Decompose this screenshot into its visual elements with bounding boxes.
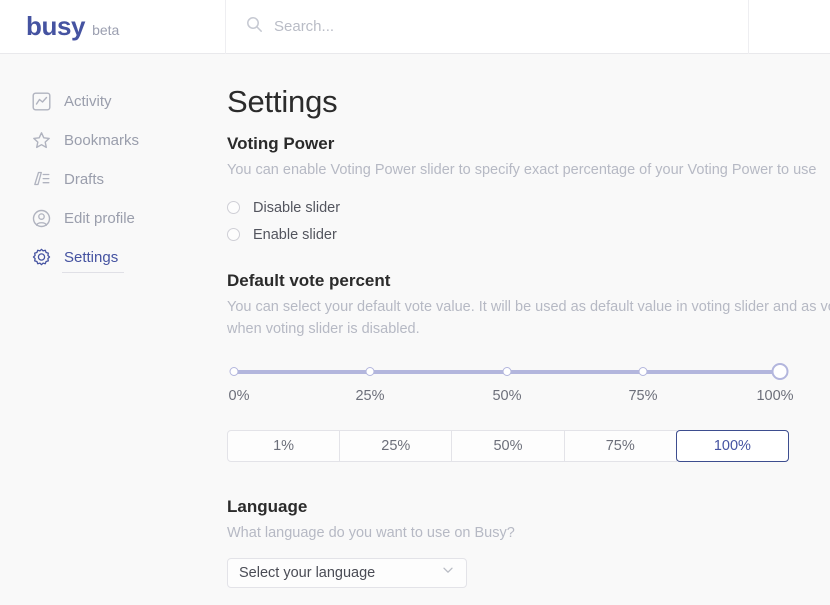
sidebar: Activity Bookmarks Drafts Edit profile S…: [0, 54, 225, 605]
radio-label: Enable slider: [253, 226, 337, 243]
percent-button-group: 1% 25% 50% 75% 100%: [227, 430, 790, 463]
slider-tick-75[interactable]: [638, 367, 648, 377]
sidebar-item-label: Settings: [64, 249, 119, 266]
slider-tick-25[interactable]: [365, 367, 375, 377]
percent-button-1[interactable]: 1%: [227, 430, 341, 463]
default-vote-percent-title: Default vote percent: [227, 271, 391, 291]
radio-disable-slider[interactable]: Disable slider: [227, 194, 830, 221]
sidebar-item-label: Bookmarks: [64, 132, 140, 149]
logo-beta-tag: beta: [92, 22, 120, 38]
radio-label: Disable slider: [253, 199, 341, 216]
radio-icon[interactable]: [227, 228, 240, 242]
sidebar-item-edit-profile[interactable]: Edit profile: [0, 199, 225, 238]
language-title: Language: [227, 497, 308, 517]
settings-content: Settings Voting Power You can enable Vot…: [225, 54, 830, 605]
slider-label: 100%: [756, 388, 794, 405]
sidebar-item-label: Edit profile: [64, 210, 135, 227]
sidebar-item-drafts[interactable]: Drafts: [0, 160, 225, 199]
vote-percent-slider[interactable]: [227, 363, 789, 381]
slider-handle[interactable]: [771, 363, 789, 381]
sidebar-item-label: Drafts: [64, 171, 105, 188]
percent-button-100[interactable]: 100%: [675, 430, 790, 463]
radio-icon[interactable]: [227, 201, 240, 215]
activity-chart-icon: [32, 92, 51, 111]
logo-text: busy: [26, 11, 86, 41]
pencil-list-icon: [32, 170, 51, 189]
sidebar-item-activity[interactable]: Activity: [0, 82, 225, 121]
percent-button-50[interactable]: 50%: [451, 430, 565, 463]
voting-power-description: You can enable Voting Power slider to sp…: [227, 162, 817, 178]
page-title: Settings: [227, 84, 338, 119]
language-select[interactable]: Select your language: [227, 557, 467, 588]
sidebar-item-label: Activity: [64, 93, 112, 110]
header-right-slot: [748, 0, 830, 54]
sidebar-item-bookmarks[interactable]: Bookmarks: [0, 121, 225, 160]
slider-label: 50%: [492, 388, 522, 405]
search-icon: [246, 16, 263, 38]
percent-button-75[interactable]: 75%: [563, 430, 677, 463]
slider-label: 25%: [355, 388, 385, 405]
language-description: What language do you want to use on Busy…: [227, 525, 515, 542]
percent-button-25[interactable]: 25%: [339, 430, 453, 463]
search-bar[interactable]: Search...: [225, 0, 748, 54]
language-select-value: Select your language: [239, 564, 376, 581]
language-section: Language What language do you want to us…: [227, 497, 830, 588]
default-vote-percent-section: Default vote percent You can select your…: [227, 271, 830, 463]
slider-tick-50[interactable]: [502, 367, 512, 377]
gear-icon: [32, 248, 51, 267]
default-vote-percent-description: You can select your default vote value. …: [227, 299, 830, 337]
radio-enable-slider[interactable]: Enable slider: [227, 221, 830, 248]
star-icon: [32, 131, 51, 150]
voting-power-radio-group: Disable slider Enable slider: [227, 194, 830, 248]
app-header: busy beta Search...: [0, 0, 830, 54]
chevron-down-icon: [441, 563, 455, 582]
voting-power-section: Voting Power You can enable Voting Power…: [227, 134, 830, 248]
voting-power-title: Voting Power: [227, 134, 335, 153]
slider-tick-0[interactable]: [229, 367, 239, 377]
user-circle-icon: [32, 209, 51, 228]
logo[interactable]: busy beta: [0, 11, 225, 42]
slider-label: 75%: [628, 388, 658, 405]
search-input[interactable]: Search...: [274, 18, 334, 35]
sidebar-item-settings[interactable]: Settings: [0, 238, 225, 277]
slider-label: 0%: [228, 388, 250, 405]
slider-tick-labels: 0% 25% 50% 75% 100%: [227, 388, 794, 408]
